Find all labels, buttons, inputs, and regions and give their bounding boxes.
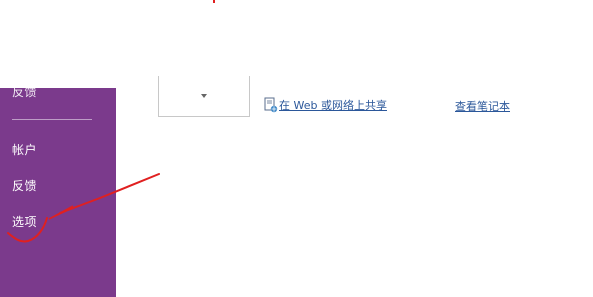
red-arrow-annotation (7, 173, 160, 243)
